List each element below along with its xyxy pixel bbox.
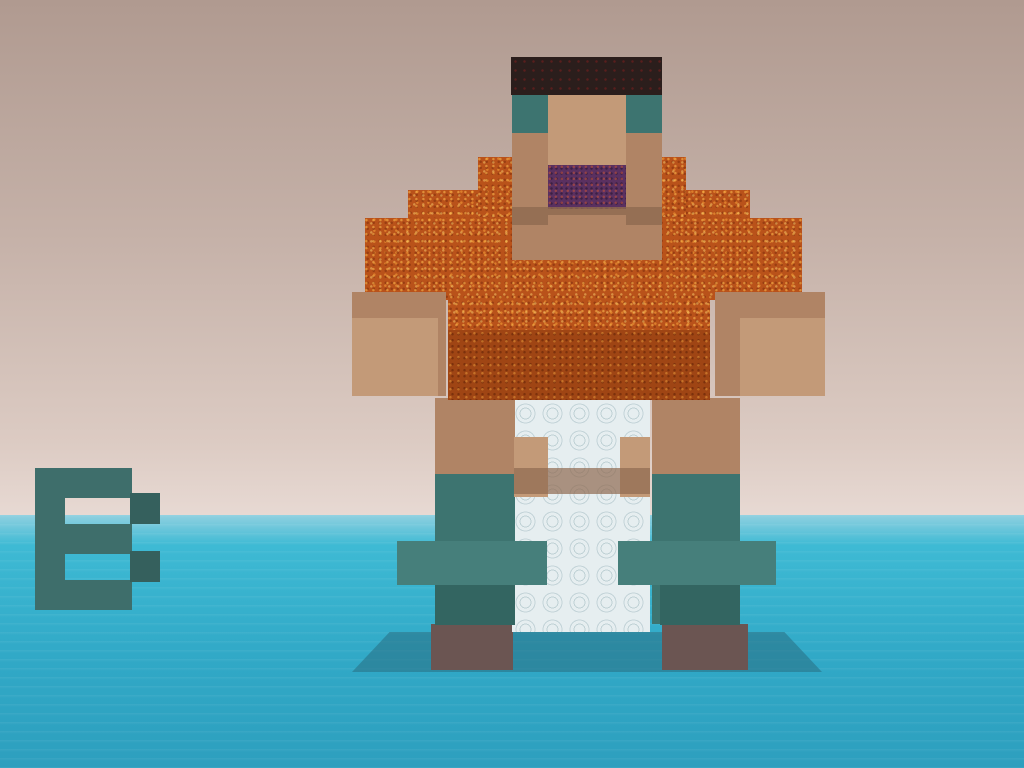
right-thigh (652, 398, 740, 474)
headband-left (512, 95, 548, 133)
statue-shadow (352, 632, 822, 672)
left-boot (431, 624, 513, 670)
right-boot (662, 624, 748, 670)
mouth (548, 165, 626, 209)
hair (511, 57, 662, 95)
game-viewport[interactable] (0, 0, 1024, 768)
quartz-center (512, 400, 650, 632)
headband-right (626, 95, 662, 133)
left-thigh (435, 398, 515, 474)
